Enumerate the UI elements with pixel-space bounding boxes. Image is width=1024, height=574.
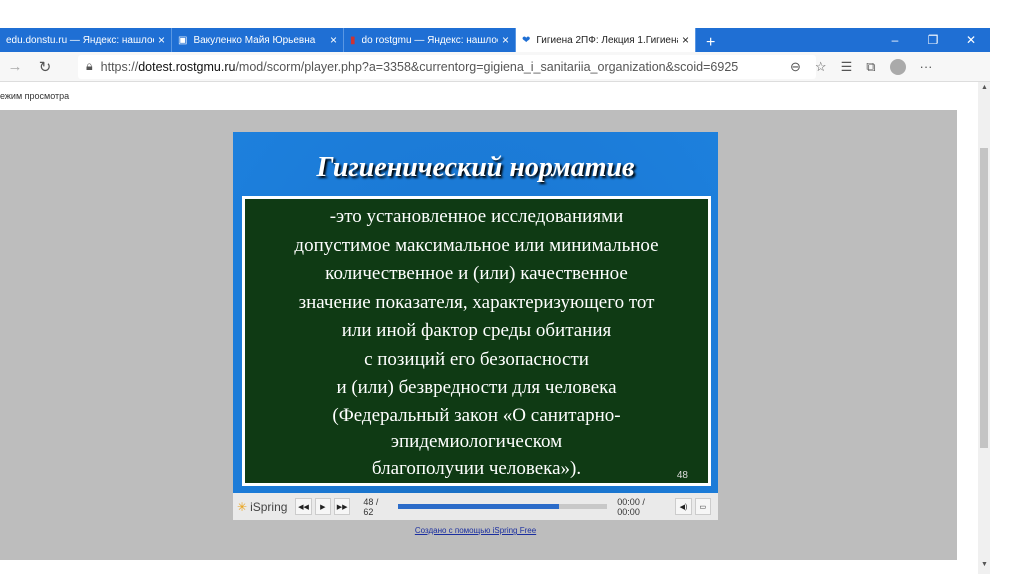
reload-icon[interactable]: ↻	[30, 58, 60, 76]
restore-icon[interactable]: ❐	[914, 33, 952, 47]
lock-icon: 🔒︎	[86, 59, 93, 73]
time-display: 00:00 / 00:00	[617, 496, 645, 517]
tab-title: do rostgmu — Яндекс: нашлось	[361, 34, 498, 46]
tab-bar: edu.donstu.ru — Яндекс: нашлос × ▣ Вакулен…	[0, 28, 990, 52]
fullscreen-button[interactable]: ▭	[694, 498, 711, 515]
slide-line: и (или) безвредности для человека	[336, 377, 617, 398]
collections-icon[interactable]: ⧉	[866, 59, 875, 75]
scrollbar[interactable]: ▲ ▼	[978, 82, 990, 574]
forward-icon[interactable]: →	[0, 58, 30, 75]
tab-title: edu.donstu.ru — Яндекс: нашлос	[6, 34, 154, 46]
scroll-down-icon[interactable]: ▼	[981, 561, 988, 568]
fast-forward-button[interactable]: ▶▶	[334, 498, 351, 515]
url-prefix: https://	[100, 59, 139, 74]
favorites-list-icon[interactable]: ☰	[841, 59, 853, 75]
close-window-icon[interactable]: ✕	[952, 33, 990, 47]
ispring-logo: ✳ iSpring	[237, 500, 287, 514]
zoom-icon[interactable]: ⊖	[790, 59, 801, 75]
tab-title: Вакуленко Майя Юрьевна	[193, 34, 316, 46]
close-tab-icon[interactable]: ×	[330, 33, 337, 47]
url-domain: dotest.rostgmu.ru	[138, 59, 236, 74]
more-icon[interactable]: ···	[920, 59, 933, 74]
progress-bar[interactable]	[397, 504, 608, 509]
slide-counter: 48 / 62	[363, 496, 379, 517]
favorite-icon[interactable]: ☆	[815, 59, 827, 75]
tab-1[interactable]: ▣ Вакуленко Майя Юрьевна ×	[172, 28, 344, 52]
slide-line: или иной фактор среды обитания	[341, 320, 612, 341]
player-bar: ✳ iSpring ◀◀ ▶ ▶▶ 48 / 62 00:00 / 00:00 ◀…	[233, 493, 718, 520]
volume-button[interactable]: ◀)	[675, 498, 692, 515]
slide-line: с позиций его безопасности	[364, 348, 589, 370]
slide-text-box: -это установленное исследованиями допуст…	[242, 196, 711, 486]
slide-line: количественное и (или) качественное	[325, 263, 628, 284]
slide-line: эпидемиологическом	[390, 430, 563, 452]
slide-line: значение показателя, характеризующего то…	[298, 291, 655, 313]
page-icon: ❤	[522, 34, 531, 46]
new-tab-button[interactable]: +	[696, 34, 725, 52]
url-path: /mod/scorm/player.php?a=3358&currentorg=…	[235, 59, 739, 74]
credit-link[interactable]: Создано с помощью iSpring Free	[233, 526, 718, 535]
slide-title: Гигиенический норматив	[316, 152, 635, 183]
slide: Гигиенический норматив -это установленно…	[233, 132, 718, 493]
scroll-up-icon[interactable]: ▲	[981, 84, 988, 91]
slide-line: -это установленное исследованиями	[329, 206, 624, 227]
page-icon: ▮	[350, 34, 356, 46]
address-bar: → ↻ 🔒︎ https://dotest.rostgmu.ru/mod/scor…	[0, 52, 990, 82]
brand-text: iSpring	[250, 499, 288, 514]
minimize-icon[interactable]: –	[876, 33, 914, 47]
tab-0[interactable]: edu.donstu.ru — Яндекс: нашлос ×	[0, 28, 172, 52]
rewind-button[interactable]: ◀◀	[295, 498, 312, 515]
progress-fill	[397, 504, 560, 509]
avatar[interactable]	[889, 58, 906, 75]
url-input[interactable]: 🔒︎ https://dotest.rostgmu.ru/mod/scorm/pl…	[78, 54, 816, 79]
tab-title: Гигиена 2ПФ: Лекция 1.Гигиена	[536, 34, 678, 46]
page-icon: ▣	[178, 34, 188, 46]
close-tab-icon[interactable]: ×	[682, 33, 689, 47]
tab-2[interactable]: ▮ do rostgmu — Яндекс: нашлось ×	[344, 28, 516, 52]
view-mode-label: ежим просмотра	[0, 91, 70, 101]
slide-line: благополучии человека»).	[371, 457, 582, 479]
play-button[interactable]: ▶	[314, 498, 332, 515]
slide-line: (Федеральный закон «О санитарно-	[332, 404, 621, 426]
slide-number: 48	[676, 470, 688, 481]
tab-3[interactable]: ❤ Гигиена 2ПФ: Лекция 1.Гигиена ×	[516, 28, 696, 52]
close-tab-icon[interactable]: ×	[502, 33, 509, 47]
ispring-logo-icon: ✳	[237, 499, 248, 514]
scroll-thumb[interactable]	[980, 148, 988, 448]
slide-line: допустимое максимальное или минимальное	[294, 234, 659, 256]
close-tab-icon[interactable]: ×	[158, 33, 165, 47]
